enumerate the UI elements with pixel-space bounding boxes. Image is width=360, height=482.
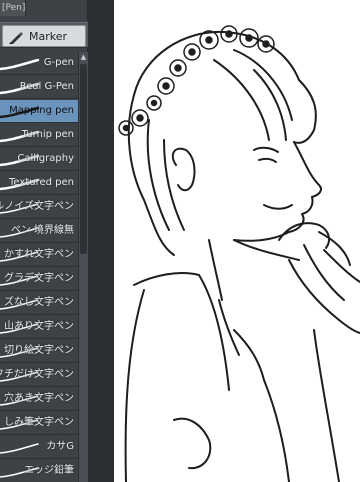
pen-nib-icon bbox=[9, 32, 23, 44]
tool-group-row: Marker bbox=[0, 22, 88, 48]
brush-item-label: Textured pen bbox=[9, 177, 74, 188]
brush-item-label: ルノイズ文字ペン bbox=[0, 201, 74, 212]
brush-item[interactable]: 山あり文字ペン bbox=[0, 316, 78, 339]
brush-item[interactable]: Calligraphy bbox=[0, 148, 78, 171]
scroll-thumb[interactable] bbox=[80, 64, 87, 254]
brush-item[interactable]: ルノイズ文字ペン bbox=[0, 196, 78, 219]
brush-item[interactable]: カサG bbox=[0, 436, 78, 459]
brush-item[interactable]: Mapping pen bbox=[0, 100, 78, 123]
drawing-canvas[interactable] bbox=[114, 0, 360, 482]
brush-item[interactable]: 穴あき文字ペン bbox=[0, 388, 78, 411]
brush-item-label: エッジ鉛筆 bbox=[24, 465, 74, 476]
brush-item[interactable]: ズなし文字ペン bbox=[0, 292, 78, 315]
brush-item-label: G-pen bbox=[43, 57, 74, 68]
sub-tool-panel: [Pen] Marker G-pen Real G-Pen Mapping pen T… bbox=[0, 0, 88, 482]
brush-item-label: Calligraphy bbox=[17, 153, 74, 164]
brush-item-label: 山あり文字ペン bbox=[4, 321, 74, 332]
brush-item[interactable]: G-pen bbox=[0, 52, 78, 75]
scroll-up-arrow-icon[interactable]: ▲ bbox=[79, 52, 88, 62]
brush-item[interactable]: しみ筆文字ペン bbox=[0, 412, 78, 435]
sketch-drawing bbox=[118, 25, 360, 482]
brush-item-label: ズなし文字ペン bbox=[4, 297, 74, 308]
brush-item-label: Mapping pen bbox=[9, 105, 74, 116]
brush-item-label: カサG bbox=[46, 441, 74, 452]
brush-item[interactable]: かすれ文字ペン bbox=[0, 244, 78, 267]
brush-item[interactable]: フチだけ文字ペン bbox=[0, 364, 78, 387]
brush-item-label: フチだけ文字ペン bbox=[0, 369, 74, 380]
brush-item-label: しみ筆文字ペン bbox=[4, 417, 74, 428]
brush-item[interactable]: 切り絵文字ペン bbox=[0, 340, 78, 363]
brush-item-label: Turnip pen bbox=[21, 129, 74, 140]
brush-item[interactable]: グラデ文字ペン bbox=[0, 268, 78, 291]
brush-list-scrollbar[interactable]: ▲ bbox=[78, 52, 88, 482]
brush-item[interactable]: エッジ鉛筆 bbox=[0, 460, 78, 482]
pen-tab[interactable]: [Pen] bbox=[0, 0, 26, 16]
brush-item-label: ペン 境界線無 bbox=[10, 225, 74, 236]
brush-item-label: グラデ文字ペン bbox=[4, 273, 74, 284]
marker-label: Marker bbox=[29, 30, 68, 43]
brush-item[interactable]: Turnip pen bbox=[0, 124, 78, 147]
brush-item[interactable]: Textured pen bbox=[0, 172, 78, 195]
marker-button[interactable]: Marker bbox=[2, 25, 86, 47]
canvas-border bbox=[88, 0, 114, 482]
brush-item-label: Real G-Pen bbox=[19, 81, 74, 92]
brush-item[interactable]: ペン 境界線無 bbox=[0, 220, 78, 243]
brush-item[interactable]: Real G-Pen bbox=[0, 76, 78, 99]
brush-list: G-pen Real G-Pen Mapping pen Turnip pen Call… bbox=[0, 52, 78, 482]
brush-item-label: かすれ文字ペン bbox=[4, 249, 74, 260]
brush-item-label: 穴あき文字ペン bbox=[4, 393, 74, 404]
brush-item-label: 切り絵文字ペン bbox=[4, 345, 74, 356]
